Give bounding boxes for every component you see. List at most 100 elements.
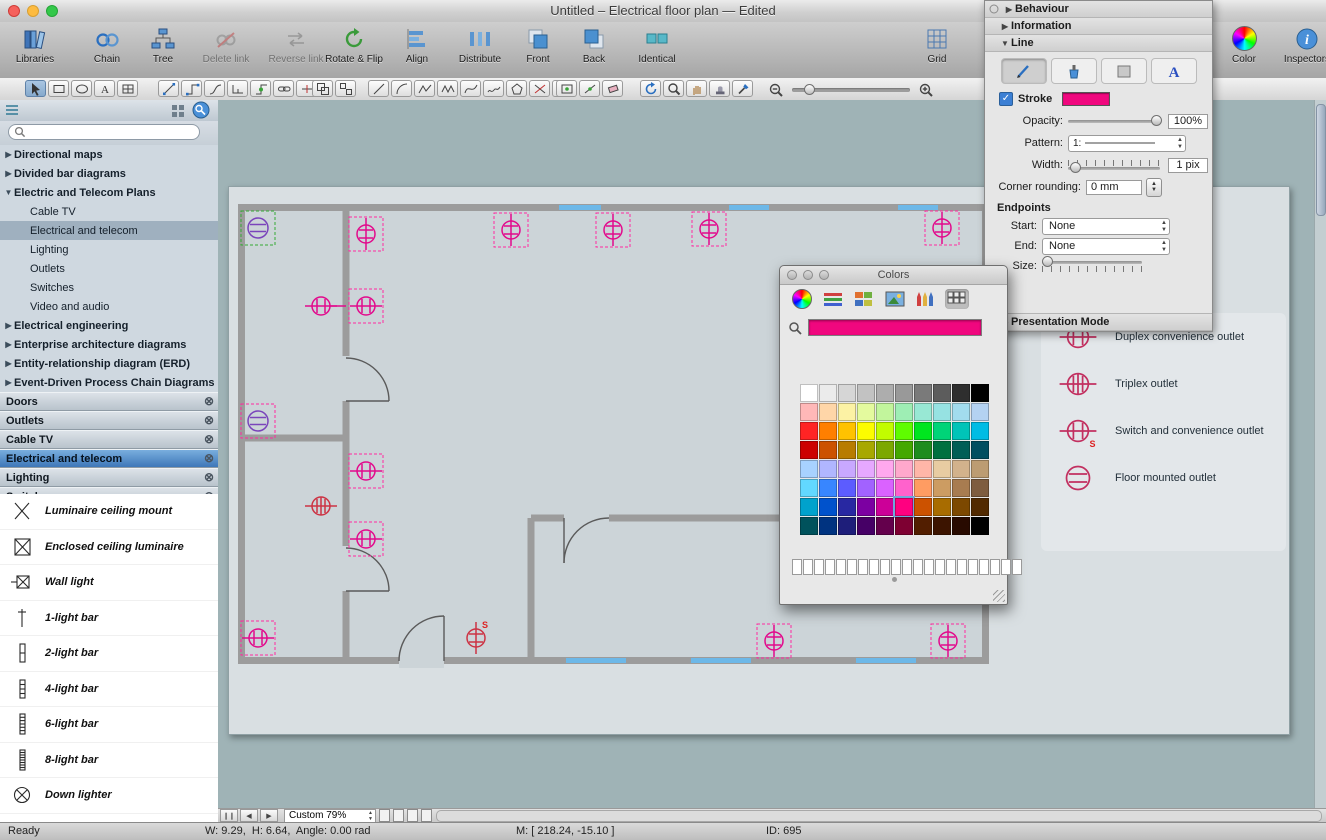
zoom-slider[interactable]: [792, 88, 910, 92]
color-swatch[interactable]: [857, 384, 875, 402]
symbol-item-luminaire-ceiling-mount[interactable]: Luminaire ceiling mount: [0, 494, 218, 530]
arc-tool[interactable]: [391, 80, 412, 97]
color-swatch[interactable]: [800, 422, 818, 440]
color-swatch[interactable]: [914, 517, 932, 535]
inspector-section-information[interactable]: ▶ Information: [985, 18, 1212, 35]
zoom-slider-thumb[interactable]: [804, 84, 815, 95]
saved-color-slot[interactable]: [869, 559, 879, 575]
vertical-scrollbar[interactable]: [1314, 100, 1326, 808]
tree-child-lighting[interactable]: Lighting: [0, 240, 218, 259]
color-swatch[interactable]: [971, 498, 989, 516]
group-tool[interactable]: [312, 80, 333, 97]
search-icon[interactable]: [788, 321, 802, 335]
color-swatch[interactable]: [952, 479, 970, 497]
zoom-level-dropdown[interactable]: Custom 79% ▲▼: [284, 809, 376, 823]
color-swatch[interactable]: [857, 403, 875, 421]
color-swatch[interactable]: [876, 384, 894, 402]
close-section-icon[interactable]: ⊗: [204, 470, 214, 484]
library-section-electrical-and-telecom[interactable]: Electrical and telecom⊗: [0, 449, 218, 468]
resize-grip-icon[interactable]: [993, 590, 1005, 602]
close-section-icon[interactable]: ⊗: [204, 394, 214, 408]
saved-color-slot[interactable]: [825, 559, 835, 575]
color-swatch[interactable]: [838, 517, 856, 535]
color-swatch[interactable]: [857, 460, 875, 478]
color-swatch[interactable]: [971, 517, 989, 535]
color-swatch[interactable]: [819, 498, 837, 516]
ellipse-tool[interactable]: [71, 80, 92, 97]
smart-line-tool[interactable]: [579, 80, 600, 97]
table-tool[interactable]: [117, 80, 138, 97]
color-swatch[interactable]: [933, 498, 951, 516]
saved-color-slot[interactable]: [902, 559, 912, 575]
trim-tool[interactable]: [529, 80, 550, 97]
tree-connector-tool[interactable]: [227, 80, 248, 97]
endpoint-size-slider[interactable]: [1042, 261, 1142, 272]
saved-color-slot[interactable]: [1001, 559, 1011, 575]
previous-page-button[interactable]: ◀: [240, 809, 258, 822]
disclosure-triangle-icon[interactable]: ▼: [999, 39, 1011, 48]
color-swatch[interactable]: [933, 403, 951, 421]
color-swatch[interactable]: [857, 422, 875, 440]
color-swatch[interactable]: [876, 441, 894, 459]
vertical-scrollbar-thumb[interactable]: [1316, 104, 1326, 216]
color-swatch[interactable]: [857, 441, 875, 459]
tree-child-switches[interactable]: Switches: [0, 278, 218, 297]
color-swatch[interactable]: [800, 403, 818, 421]
corner-rounding-stepper[interactable]: ▲▼: [1146, 178, 1162, 197]
stroke-checkbox[interactable]: ✓: [999, 92, 1013, 106]
color-swatch[interactable]: [895, 498, 913, 516]
color-swatch[interactable]: [819, 479, 837, 497]
tree-item-divided-bar-diagrams[interactable]: ▶Divided bar diagrams: [0, 164, 218, 183]
saved-color-slot[interactable]: [968, 559, 978, 575]
toolbar-front-button[interactable]: Front: [516, 25, 560, 65]
color-swatch[interactable]: [857, 479, 875, 497]
color-swatch[interactable]: [914, 403, 932, 421]
polyline-tool[interactable]: [414, 80, 435, 97]
saved-color-slot[interactable]: [1012, 559, 1022, 575]
library-section-doors[interactable]: Doors⊗: [0, 392, 218, 411]
color-swatch[interactable]: [895, 422, 913, 440]
fill-square-icon[interactable]: [1101, 58, 1147, 84]
disclosure-triangle-icon[interactable]: ▶: [999, 22, 1011, 31]
curve-connector-tool[interactable]: [204, 80, 225, 97]
symbol-item-4-light-bar[interactable]: 4-light bar: [0, 672, 218, 708]
color-swatch[interactable]: [819, 384, 837, 402]
color-swatch[interactable]: [952, 517, 970, 535]
endpoint-size-thumb[interactable]: [1042, 256, 1053, 267]
page-thumbnail-icon[interactable]: [379, 809, 390, 822]
toolbar-distribute-button[interactable]: Distribute: [451, 25, 509, 65]
stroke-color-swatch[interactable]: [1062, 92, 1110, 106]
color-wheel-icon[interactable]: [790, 289, 814, 309]
selected-color-bar[interactable]: [808, 319, 982, 336]
color-swatch[interactable]: [895, 479, 913, 497]
zoom-out-icon[interactable]: [768, 82, 784, 98]
color-swatch[interactable]: [800, 498, 818, 516]
width-slider-thumb[interactable]: [1070, 162, 1081, 173]
saved-color-slot[interactable]: [814, 559, 824, 575]
color-swatch[interactable]: [933, 441, 951, 459]
toolbar-color-button[interactable]: Color: [1222, 25, 1266, 65]
color-sliders-icon[interactable]: [821, 289, 845, 309]
saved-color-slot[interactable]: [979, 559, 989, 575]
close-section-icon[interactable]: ⊗: [204, 432, 214, 446]
color-swatch[interactable]: [914, 498, 932, 516]
stamp-tool[interactable]: [709, 80, 730, 97]
disclosure-triangle-icon[interactable]: ▶: [3, 340, 14, 349]
pattern-popup[interactable]: 1: ▲▼: [1068, 135, 1186, 152]
color-swatch[interactable]: [933, 517, 951, 535]
saved-color-slot[interactable]: [891, 559, 901, 575]
symbol-item-8-light-bar[interactable]: 8-light bar: [0, 743, 218, 779]
toolbar-grid-button[interactable]: Grid: [915, 25, 959, 65]
ink-bottle-icon[interactable]: [1051, 58, 1097, 84]
color-swatch[interactable]: [933, 384, 951, 402]
color-swatch[interactable]: [876, 460, 894, 478]
color-swatch[interactable]: [819, 422, 837, 440]
endpoint-end-popup[interactable]: None ▲▼: [1042, 238, 1170, 255]
color-swatch[interactable]: [952, 403, 970, 421]
pan-tool[interactable]: [686, 80, 707, 97]
color-swatch[interactable]: [819, 441, 837, 459]
color-swatch[interactable]: [933, 422, 951, 440]
color-swatch[interactable]: [914, 422, 932, 440]
symbol-item-outdoor-lighting[interactable]: Outdoor lighting: [0, 814, 218, 823]
opacity-slider[interactable]: [1068, 120, 1160, 123]
